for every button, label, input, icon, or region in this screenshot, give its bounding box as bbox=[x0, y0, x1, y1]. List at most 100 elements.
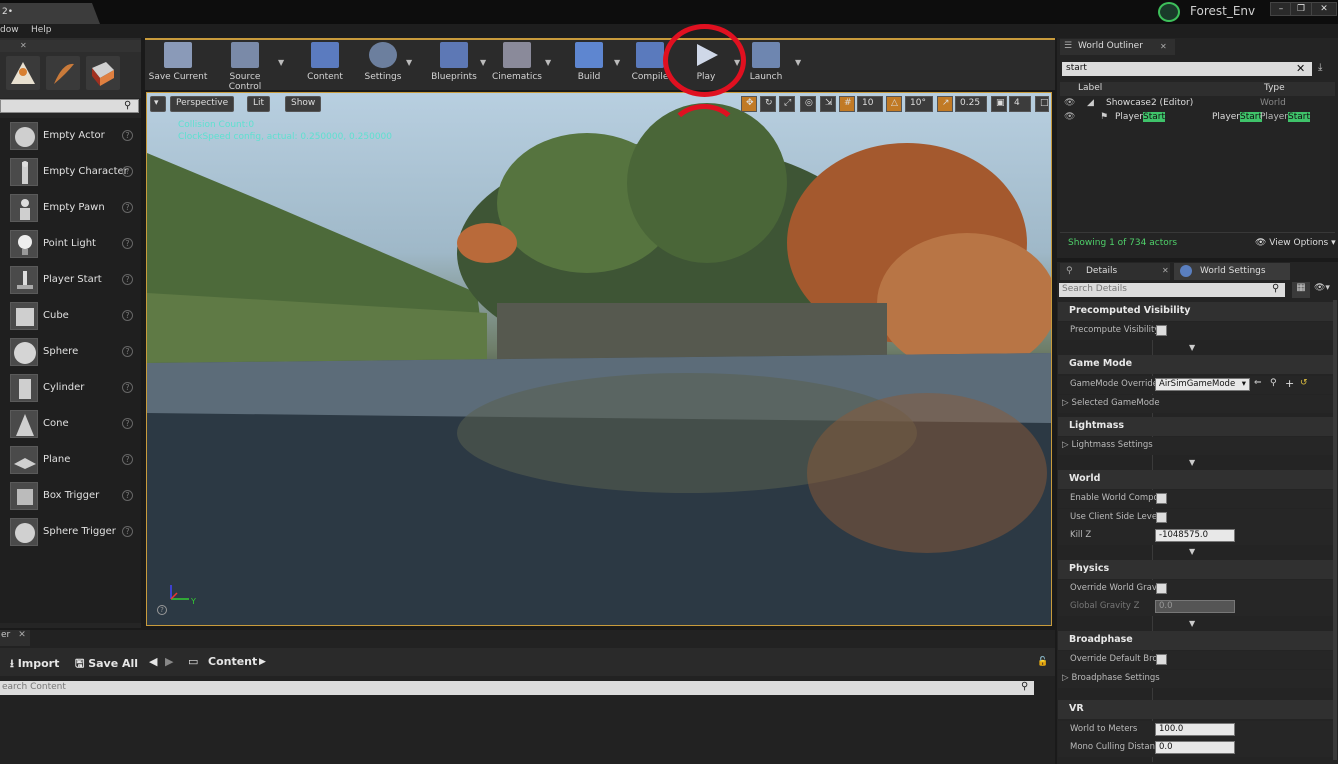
browse-icon[interactable]: ⚲ bbox=[1270, 378, 1277, 388]
scale-snap-value[interactable]: 0.25 bbox=[955, 96, 987, 112]
close-tab-icon[interactable]: ✕ bbox=[1162, 266, 1169, 275]
help-icon[interactable]: ? bbox=[157, 605, 167, 615]
tab-world-outliner[interactable]: World Outliner bbox=[1060, 39, 1175, 55]
expand-arrow-icon[interactable]: ▼ bbox=[1189, 343, 1195, 352]
menu-help[interactable]: Help bbox=[31, 25, 52, 35]
outliner-search-input[interactable]: start bbox=[1062, 62, 1312, 76]
help-icon[interactable]: ? bbox=[122, 526, 133, 537]
camera-speed-icon[interactable]: ▣ bbox=[991, 96, 1007, 112]
expand-arrow-icon[interactable]: ▼ bbox=[1189, 619, 1195, 628]
property-matrix-icon[interactable]: ▦ bbox=[1292, 282, 1310, 298]
chevron-down-icon[interactable]: ▼ bbox=[406, 58, 412, 67]
launch-button[interactable]: Launch bbox=[746, 42, 786, 86]
section-vr[interactable]: VR bbox=[1058, 700, 1333, 719]
source-control-button[interactable]: Source Control bbox=[212, 42, 278, 92]
place-item-player-start[interactable]: Player Start ? bbox=[0, 262, 141, 298]
level-viewport[interactable]: Y ? bbox=[146, 92, 1052, 626]
place-item-point-light[interactable]: Point Light ? bbox=[0, 226, 141, 262]
build-button[interactable]: Build bbox=[570, 42, 608, 86]
grid-snap-icon[interactable]: # bbox=[839, 96, 855, 112]
lock-icon[interactable]: 🔓 bbox=[1037, 657, 1048, 667]
scale-snap-icon[interactable]: ↗ bbox=[937, 96, 953, 112]
help-icon[interactable]: ? bbox=[122, 274, 133, 285]
override-world-gravity-checkbox[interactable] bbox=[1156, 583, 1167, 594]
place-item-cone[interactable]: Cone ? bbox=[0, 406, 141, 442]
show-button[interactable]: Show bbox=[285, 96, 322, 112]
place-item-sphere-trigger[interactable]: Sphere Trigger ? bbox=[0, 514, 141, 550]
column-label[interactable]: Label bbox=[1078, 83, 1102, 93]
details-scrollbar[interactable] bbox=[1333, 300, 1337, 760]
section-lightmass[interactable]: Lightmass bbox=[1058, 417, 1333, 436]
place-item-plane[interactable]: Plane ? bbox=[0, 442, 141, 478]
expand-arrow-icon[interactable]: ▼ bbox=[1189, 547, 1195, 556]
help-icon[interactable]: ? bbox=[122, 454, 133, 465]
place-item-sphere[interactable]: Sphere ? bbox=[0, 334, 141, 370]
help-icon[interactable]: ? bbox=[122, 166, 133, 177]
eye-icon[interactable]: 👁 bbox=[1064, 112, 1075, 122]
kill-z-input[interactable]: -1048575.0 bbox=[1155, 529, 1235, 542]
help-icon[interactable]: ? bbox=[122, 202, 133, 213]
settings-button[interactable]: Settings bbox=[360, 42, 406, 86]
camera-speed-value[interactable]: 4 bbox=[1009, 96, 1031, 112]
close-window-button[interactable]: ✕ bbox=[1311, 2, 1337, 16]
blueprints-button[interactable]: Blueprints bbox=[428, 42, 480, 86]
cinematics-button[interactable]: Cinematics bbox=[490, 42, 544, 86]
rotate-icon[interactable]: ↻ bbox=[760, 96, 776, 112]
details-search-input[interactable]: Search Details bbox=[1059, 283, 1285, 297]
surface-snap-icon[interactable]: ⇲ bbox=[820, 96, 836, 112]
content-search-input[interactable]: earch Content bbox=[0, 681, 1034, 695]
place-mode-icon[interactable] bbox=[6, 56, 40, 90]
prop-broadphase-settings[interactable]: ▷ Broadphase Settings bbox=[1058, 670, 1333, 688]
viewport-options-button[interactable]: ▾ bbox=[150, 96, 166, 112]
expand-arrow-icon[interactable]: ▼ bbox=[1189, 458, 1195, 467]
place-item-cube[interactable]: Cube ? bbox=[0, 298, 141, 334]
world-to-meters-input[interactable]: 100.0 bbox=[1155, 723, 1235, 736]
import-button[interactable]: ⭳ Import bbox=[10, 655, 59, 674]
rotation-snap-icon[interactable]: △ bbox=[886, 96, 902, 112]
forward-arrow-icon[interactable]: ▶ bbox=[165, 655, 173, 668]
save-all-button[interactable]: 🖫 Save All bbox=[75, 655, 138, 674]
place-item-empty-character[interactable]: Empty Character ? bbox=[0, 154, 141, 190]
document-tab[interactable]: 2• bbox=[0, 3, 100, 24]
override-default-broadphase-checkbox[interactable] bbox=[1156, 654, 1167, 665]
section-physics[interactable]: Physics bbox=[1058, 560, 1333, 579]
clear-search-icon[interactable]: ✕ bbox=[1296, 62, 1305, 75]
outliner-row-world[interactable]: 👁 ◢ Showcase2 (Editor) World bbox=[1060, 97, 1335, 111]
prop-lightmass-settings[interactable]: ▷ Lightmass Settings bbox=[1058, 437, 1333, 455]
column-type[interactable]: Type bbox=[1264, 83, 1285, 93]
global-gravity-z-input[interactable]: 0.0 bbox=[1155, 600, 1235, 613]
tab-details[interactable]: Details bbox=[1060, 263, 1170, 280]
chevron-down-icon[interactable]: ▼ bbox=[545, 58, 551, 67]
close-tab-icon[interactable]: ✕ bbox=[18, 630, 26, 640]
paint-mode-icon[interactable] bbox=[46, 56, 80, 90]
add-filter-icon[interactable]: ⤓ bbox=[1318, 62, 1322, 73]
scale-icon[interactable]: ⤢ bbox=[779, 96, 795, 112]
place-item-cylinder[interactable]: Cylinder ? bbox=[0, 370, 141, 406]
close-tab-icon[interactable]: ✕ bbox=[20, 41, 27, 50]
chevron-down-icon[interactable]: ▼ bbox=[614, 58, 620, 67]
world-space-icon[interactable]: ◎ bbox=[800, 96, 816, 112]
place-item-box-trigger[interactable]: Box Trigger ? bbox=[0, 478, 141, 514]
prop-selected-gamemode[interactable]: ▷ Selected GameMode bbox=[1058, 395, 1333, 413]
precompute-visibility-checkbox[interactable] bbox=[1156, 325, 1167, 336]
section-world[interactable]: World bbox=[1058, 470, 1333, 489]
back-arrow-icon[interactable]: ◀ bbox=[149, 655, 157, 668]
menu-window[interactable]: dow bbox=[0, 25, 19, 35]
grid-snap-value[interactable]: 10 bbox=[857, 96, 883, 112]
lit-button[interactable]: Lit bbox=[247, 96, 271, 112]
back-arrow-icon[interactable]: ⇐ bbox=[1254, 378, 1262, 388]
maximize-viewport-icon[interactable]: □ bbox=[1035, 96, 1049, 112]
help-icon[interactable]: ? bbox=[122, 490, 133, 501]
view-options-button[interactable]: 👁 View Options ▾ bbox=[1255, 238, 1336, 248]
close-tab-icon[interactable]: ✕ bbox=[1160, 42, 1167, 51]
reset-icon[interactable]: ↺ bbox=[1300, 378, 1308, 388]
perspective-button[interactable]: Perspective bbox=[170, 96, 235, 112]
minimize-button[interactable]: – bbox=[1270, 2, 1292, 16]
save-current-button[interactable]: Save Current bbox=[148, 42, 208, 86]
chevron-down-icon[interactable]: ▼ bbox=[795, 58, 801, 67]
section-broadphase[interactable]: Broadphase bbox=[1058, 631, 1333, 650]
mono-culling-input[interactable]: 0.0 bbox=[1155, 741, 1235, 754]
maximize-button[interactable]: ❐ bbox=[1290, 2, 1312, 16]
help-icon[interactable]: ? bbox=[122, 310, 133, 321]
chevron-right-icon[interactable]: ▶ bbox=[259, 657, 266, 667]
